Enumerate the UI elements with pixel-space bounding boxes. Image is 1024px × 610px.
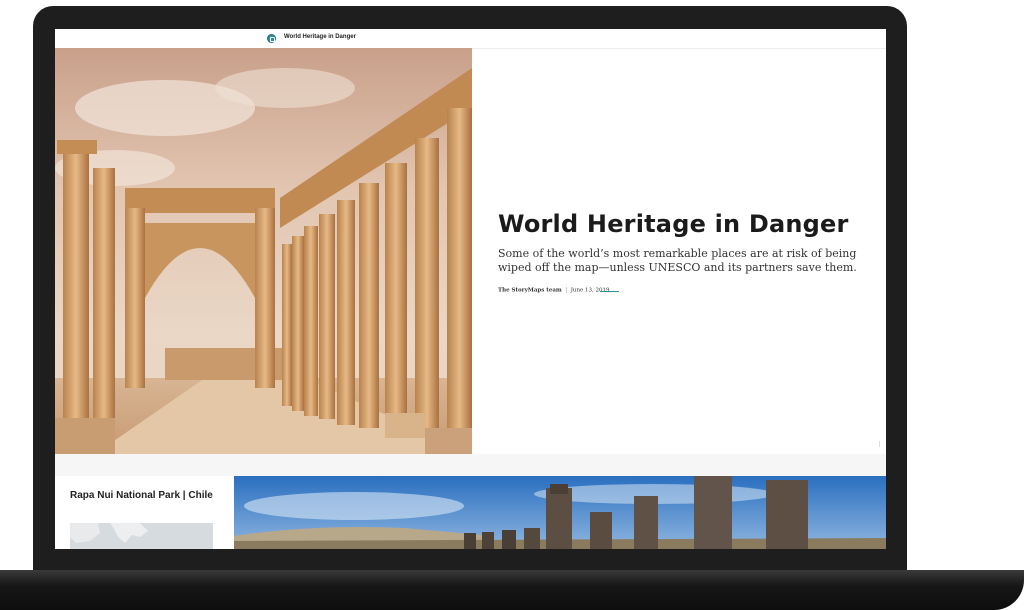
laptop-base — [0, 570, 1024, 610]
storymaps-logo-icon[interactable] — [267, 34, 276, 43]
section-card-title: Rapa Nui National Park | Chile — [70, 490, 213, 501]
screen: World Heritage in Danger World Heritage … — [55, 29, 886, 549]
story-title: World Heritage in Danger — [498, 210, 849, 238]
byline-author: The StoryMaps team — [498, 287, 562, 294]
sidecar-panel: Rapa Nui National Park | Chile — [55, 476, 234, 549]
hero-image-palmyra — [55, 48, 472, 454]
header-title: World Heritage in Danger — [284, 34, 356, 40]
scroll-indicator — [879, 441, 880, 447]
moai-image — [234, 476, 886, 549]
story-header: World Heritage in Danger — [55, 29, 886, 49]
byline: The StoryMaps team June 13, 2019 — [498, 287, 610, 294]
story-subtitle: Some of the world’s most remarkable plac… — [498, 247, 857, 274]
locator-map[interactable] — [70, 523, 213, 549]
accent-rule — [600, 291, 619, 292]
byline-separator — [565, 287, 567, 293]
